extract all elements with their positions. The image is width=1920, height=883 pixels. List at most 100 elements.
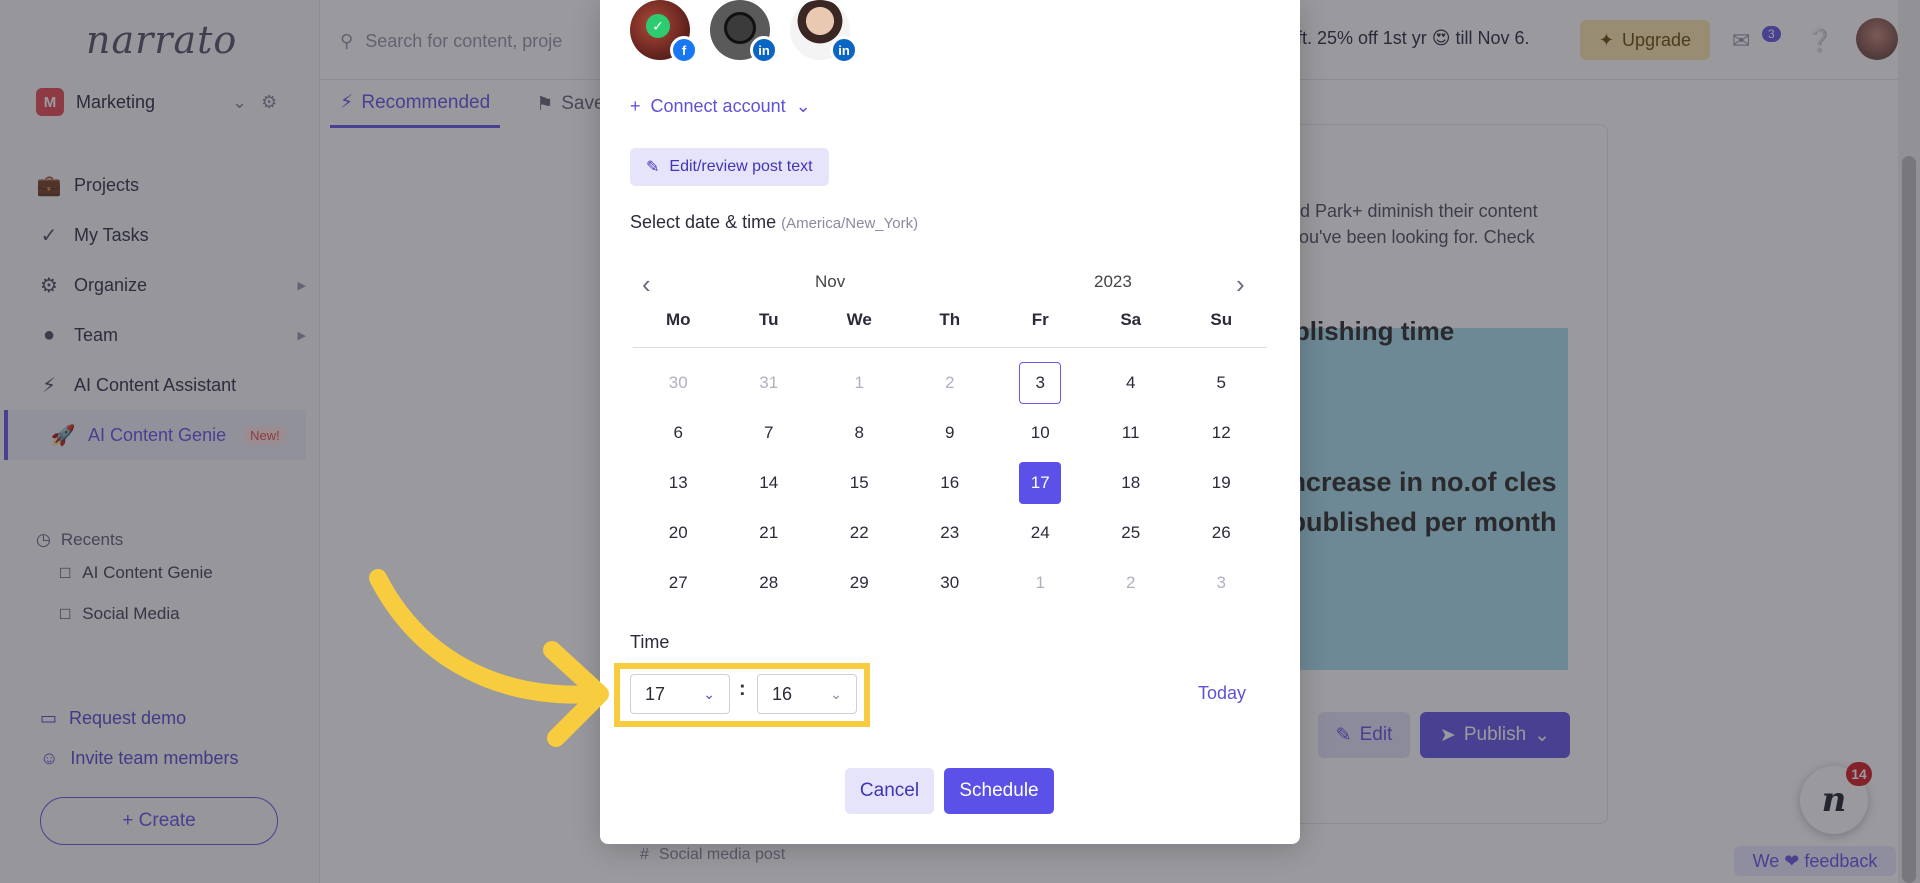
weekday-label: Mo — [665, 310, 691, 329]
chevron-down-icon: ⌄ — [703, 685, 715, 702]
calendar-day[interactable]: 8 — [814, 408, 905, 458]
calendar-day[interactable]: 30 — [905, 558, 996, 608]
facebook-account-avatar[interactable]: ✓ f — [630, 0, 698, 64]
calendar-day[interactable]: 30 — [633, 358, 724, 408]
calendar-day-number: 3 — [1216, 573, 1226, 592]
calendar-day-selected[interactable]: 17 — [995, 458, 1086, 508]
calendar-day[interactable]: 29 — [814, 558, 905, 608]
schedule-button[interactable]: Schedule — [944, 768, 1054, 814]
calendar-day[interactable]: 14 — [724, 458, 815, 508]
calendar-day[interactable]: 22 — [814, 508, 905, 558]
calendar-day-number: 2 — [945, 373, 955, 392]
calendar-day-number: 1 — [1035, 573, 1045, 592]
schedule-post-modal: ✓ f in in + Connect account ⌄ ✎ Edit/rev… — [600, 0, 1300, 844]
linkedin-account-avatar[interactable]: in — [710, 0, 778, 64]
cancel-button[interactable]: Cancel — [845, 768, 934, 814]
calendar-day[interactable]: 31 — [724, 358, 815, 408]
calendar-day-number: 30 — [668, 373, 688, 392]
calendar-day-number: 19 — [1211, 473, 1231, 492]
calendar-day[interactable]: 27 — [633, 558, 724, 608]
calendar-day-number: 26 — [1211, 523, 1231, 542]
check-icon: ✓ — [646, 14, 670, 38]
calendar-day-number: 31 — [759, 373, 779, 392]
minute-value: 16 — [772, 683, 793, 704]
calendar-day[interactable]: 23 — [905, 508, 996, 558]
linkedin-account-avatar[interactable]: in — [790, 0, 858, 64]
calendar-day-number: 20 — [668, 523, 688, 542]
chevron-down-icon: ⌄ — [830, 685, 842, 702]
calendar-day-number: 17 — [1019, 462, 1062, 504]
calendar-day[interactable]: 13 — [633, 458, 724, 508]
next-month-button[interactable]: › — [1236, 270, 1245, 298]
calendar-day-number: 22 — [849, 523, 869, 542]
calendar-week-row: 30 31 1 2 3 4 5 — [633, 358, 1267, 408]
calendar-day[interactable]: 2 — [905, 358, 996, 408]
calendar-day[interactable]: 11 — [1086, 408, 1177, 458]
calendar-day[interactable]: 2 — [1086, 558, 1177, 608]
calendar-month[interactable]: Nov — [815, 272, 845, 292]
calendar-day[interactable]: 28 — [724, 558, 815, 608]
edit-post-label: Edit/review post text — [669, 158, 813, 175]
calendar-day-number: 25 — [1121, 523, 1141, 542]
calendar-day-number: 30 — [940, 573, 960, 592]
calendar-day[interactable]: 20 — [633, 508, 724, 558]
calendar-day[interactable]: 25 — [1086, 508, 1177, 558]
calendar-header: ‹ Nov 2023 › — [630, 270, 1270, 300]
hour-select[interactable]: 17 ⌄ — [630, 674, 730, 714]
calendar-day-number: 16 — [940, 473, 960, 492]
calendar-day-number: 14 — [759, 473, 779, 492]
weekday-label: Fr — [1031, 310, 1049, 329]
time-label: Time — [630, 632, 670, 652]
calendar-day-number: 13 — [668, 473, 688, 492]
calendar-day-number: 10 — [1030, 423, 1050, 442]
calendar-day-today[interactable]: 3 — [995, 358, 1086, 408]
calendar-day-number: 3 — [1019, 362, 1062, 404]
calendar-year[interactable]: 2023 — [1094, 272, 1132, 292]
calendar-grid: 30 31 1 2 3 4 5 6 7 8 9 10 11 12 13 14 15 16 17 18 19 20 21 22 2… — [633, 358, 1267, 608]
linkedin-icon: in — [830, 36, 858, 64]
calendar-day[interactable]: 18 — [1086, 458, 1177, 508]
calendar-day[interactable]: 10 — [995, 408, 1086, 458]
calendar-day-number: 1 — [854, 373, 864, 392]
calendar-day[interactable]: 4 — [1086, 358, 1177, 408]
calendar-week-row: 27 28 29 30 1 2 3 — [633, 558, 1267, 608]
hour-value: 17 — [645, 683, 666, 704]
connect-account-label: Connect account — [650, 96, 786, 116]
calendar-day[interactable]: 24 — [995, 508, 1086, 558]
calendar-week-row: 13 14 15 16 17 18 19 — [633, 458, 1267, 508]
prev-month-button[interactable]: ‹ — [642, 270, 651, 298]
calendar-day[interactable]: 9 — [905, 408, 996, 458]
calendar-day[interactable]: 6 — [633, 408, 724, 458]
edit-post-text-button[interactable]: ✎ Edit/review post text — [630, 148, 829, 186]
weekday-header: Mo Tu We Th Fr Sa Su — [633, 310, 1267, 348]
calendar-day[interactable]: 1 — [814, 358, 905, 408]
today-button[interactable]: Today — [1198, 683, 1246, 704]
weekday-label: We — [846, 310, 872, 329]
calendar-day[interactable]: 15 — [814, 458, 905, 508]
calendar-day[interactable]: 7 — [724, 408, 815, 458]
calendar-day[interactable]: 12 — [1176, 408, 1267, 458]
calendar-day-number: 7 — [764, 423, 774, 442]
calendar-day[interactable]: 5 — [1176, 358, 1267, 408]
facebook-icon: f — [670, 36, 698, 64]
calendar-week-row: 6 7 8 9 10 11 12 — [633, 408, 1267, 458]
calendar-day-number: 18 — [1121, 473, 1141, 492]
calendar-day-number: 23 — [940, 523, 960, 542]
pencil-icon: ✎ — [646, 159, 660, 176]
weekday-label: Sa — [1120, 310, 1142, 329]
calendar-day-number: 21 — [759, 523, 779, 542]
linkedin-icon: in — [750, 36, 778, 64]
brand-emblem-icon — [724, 12, 756, 44]
connect-account-button[interactable]: + Connect account ⌄ — [630, 96, 811, 117]
minute-select[interactable]: 16 ⌄ — [757, 674, 857, 714]
calendar-day[interactable]: 26 — [1176, 508, 1267, 558]
weekday-label: Tu — [758, 310, 779, 329]
calendar-day-number: 27 — [668, 573, 688, 592]
calendar-day-number: 5 — [1216, 373, 1226, 392]
calendar-day[interactable]: 3 — [1176, 558, 1267, 608]
calendar-day[interactable]: 19 — [1176, 458, 1267, 508]
calendar-day[interactable]: 1 — [995, 558, 1086, 608]
calendar-day[interactable]: 16 — [905, 458, 996, 508]
calendar-day-number: 2 — [1126, 573, 1136, 592]
calendar-day[interactable]: 21 — [724, 508, 815, 558]
